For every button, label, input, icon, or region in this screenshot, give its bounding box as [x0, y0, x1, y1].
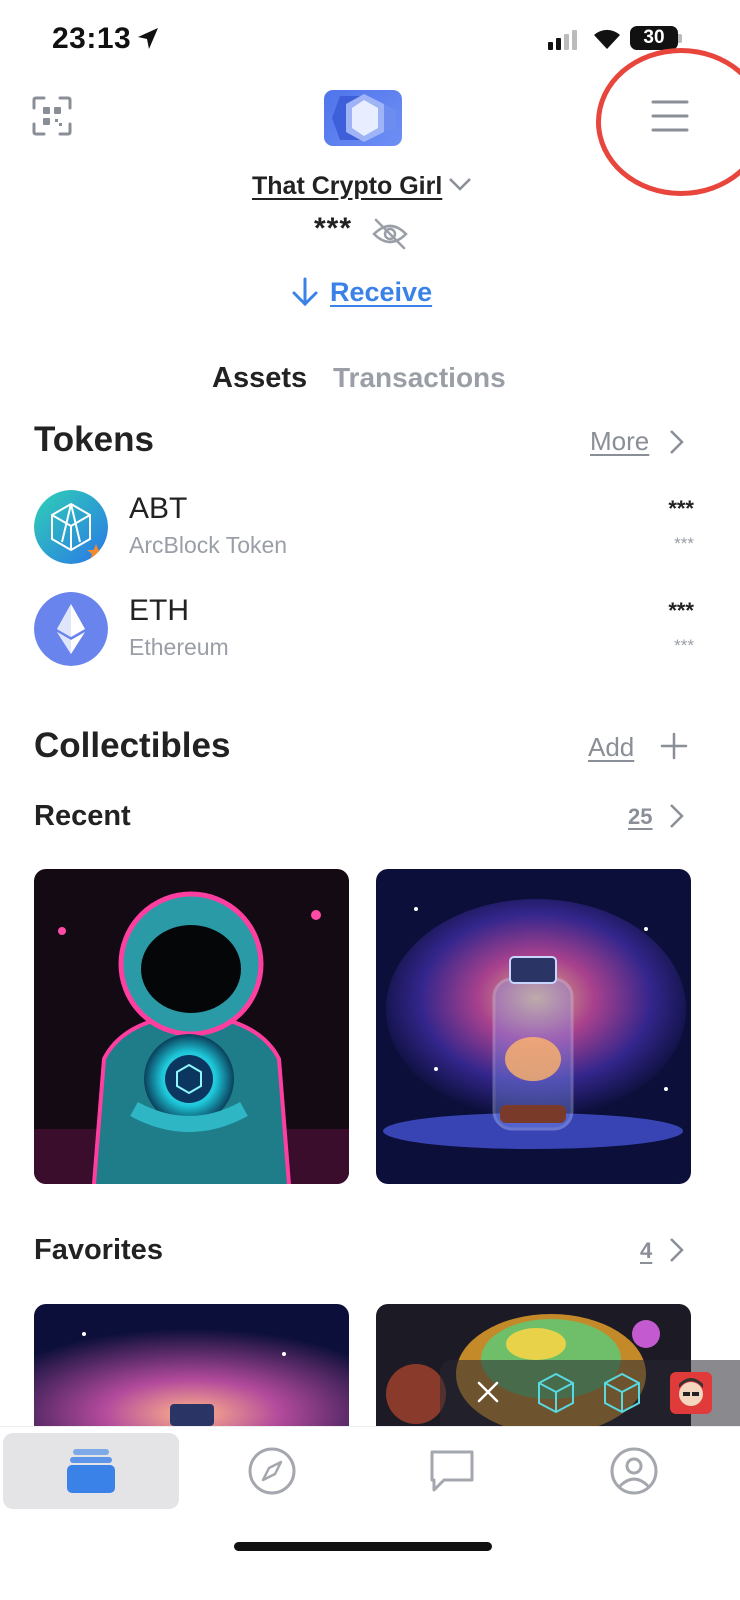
astronaut-nft-image: [34, 869, 349, 1184]
ethereum-icon: [34, 592, 108, 666]
token-amount: ***: [668, 598, 694, 623]
account-name[interactable]: That Crypto Girl: [252, 172, 442, 201]
receive-label: Receive: [330, 276, 433, 307]
tokens-more-link[interactable]: More: [590, 426, 649, 457]
favorites-title: Favorites: [34, 1234, 163, 1266]
battery-indicator: 30: [630, 26, 678, 50]
tab-assets[interactable]: Assets: [212, 362, 307, 395]
avatar[interactable]: [670, 1372, 712, 1414]
arcblock-logo-icon[interactable]: [536, 1372, 576, 1414]
collectibles-title: Collectibles: [34, 726, 231, 765]
location-arrow-icon: [138, 28, 158, 49]
chevron-right-icon[interactable]: [668, 1236, 686, 1264]
wallet-avatar[interactable]: [324, 90, 402, 146]
cellular-signal-icon: [548, 30, 577, 50]
wallet-stack-icon: [67, 1449, 115, 1493]
scan-qr-icon[interactable]: [30, 94, 74, 138]
eye-off-icon[interactable]: [370, 216, 410, 252]
close-icon[interactable]: [476, 1380, 500, 1404]
collectibles-add-link[interactable]: Add: [588, 732, 634, 763]
chevron-down-icon[interactable]: [448, 176, 472, 192]
wifi-icon: [594, 29, 620, 49]
plus-icon[interactable]: [660, 732, 688, 760]
favorites-count-link[interactable]: 4: [640, 1238, 652, 1264]
recent-count-link[interactable]: 25: [628, 804, 652, 830]
token-fiat-value: ***: [674, 534, 694, 553]
galaxy-nft-image: [34, 1304, 349, 1426]
token-name: ArcBlock Token: [129, 532, 288, 558]
highlight-circle-annotation: [596, 48, 740, 196]
user-icon: [610, 1447, 658, 1495]
home-indicator: [234, 1542, 492, 1551]
token-row-eth[interactable]: ETH Ethereum *** ***: [34, 592, 694, 672]
arrow-down-icon: [292, 277, 318, 307]
arcblock-logo-icon[interactable]: [602, 1372, 642, 1414]
chevron-right-icon[interactable]: [668, 428, 686, 456]
tokens-title: Tokens: [34, 420, 154, 459]
nav-explore-tab[interactable]: [184, 1433, 360, 1509]
collectible-card-galaxy-bottle[interactable]: [376, 869, 691, 1184]
token-name: Ethereum: [129, 634, 229, 660]
token-symbol: ABT: [129, 492, 188, 525]
battery-cap: [678, 34, 682, 43]
tab-transactions[interactable]: Transactions: [333, 362, 506, 394]
token-amount: ***: [668, 496, 694, 521]
collectible-card-astronaut[interactable]: [34, 869, 349, 1184]
arcblock-icon: [34, 490, 108, 564]
nav-wallet-tab[interactable]: [3, 1433, 179, 1509]
galaxy-bottle-nft-image: [376, 869, 691, 1184]
favorite-card-galaxy[interactable]: [34, 1304, 349, 1426]
nav-messages-tab[interactable]: [364, 1433, 540, 1509]
token-symbol: ETH: [129, 594, 189, 627]
bottom-navigation: [0, 1426, 740, 1526]
nav-profile-tab[interactable]: [546, 1433, 722, 1509]
compass-icon: [248, 1447, 296, 1495]
chevron-right-icon[interactable]: [668, 802, 686, 830]
status-time: 23:13: [52, 22, 132, 55]
receive-button[interactable]: Receive: [290, 276, 432, 308]
balance-masked: ***: [314, 212, 353, 245]
token-fiat-value: ***: [674, 636, 694, 655]
recent-title: Recent: [34, 800, 131, 832]
token-row-abt[interactable]: ABT ArcBlock Token *** ***: [34, 490, 694, 570]
chat-icon: [430, 1450, 474, 1492]
